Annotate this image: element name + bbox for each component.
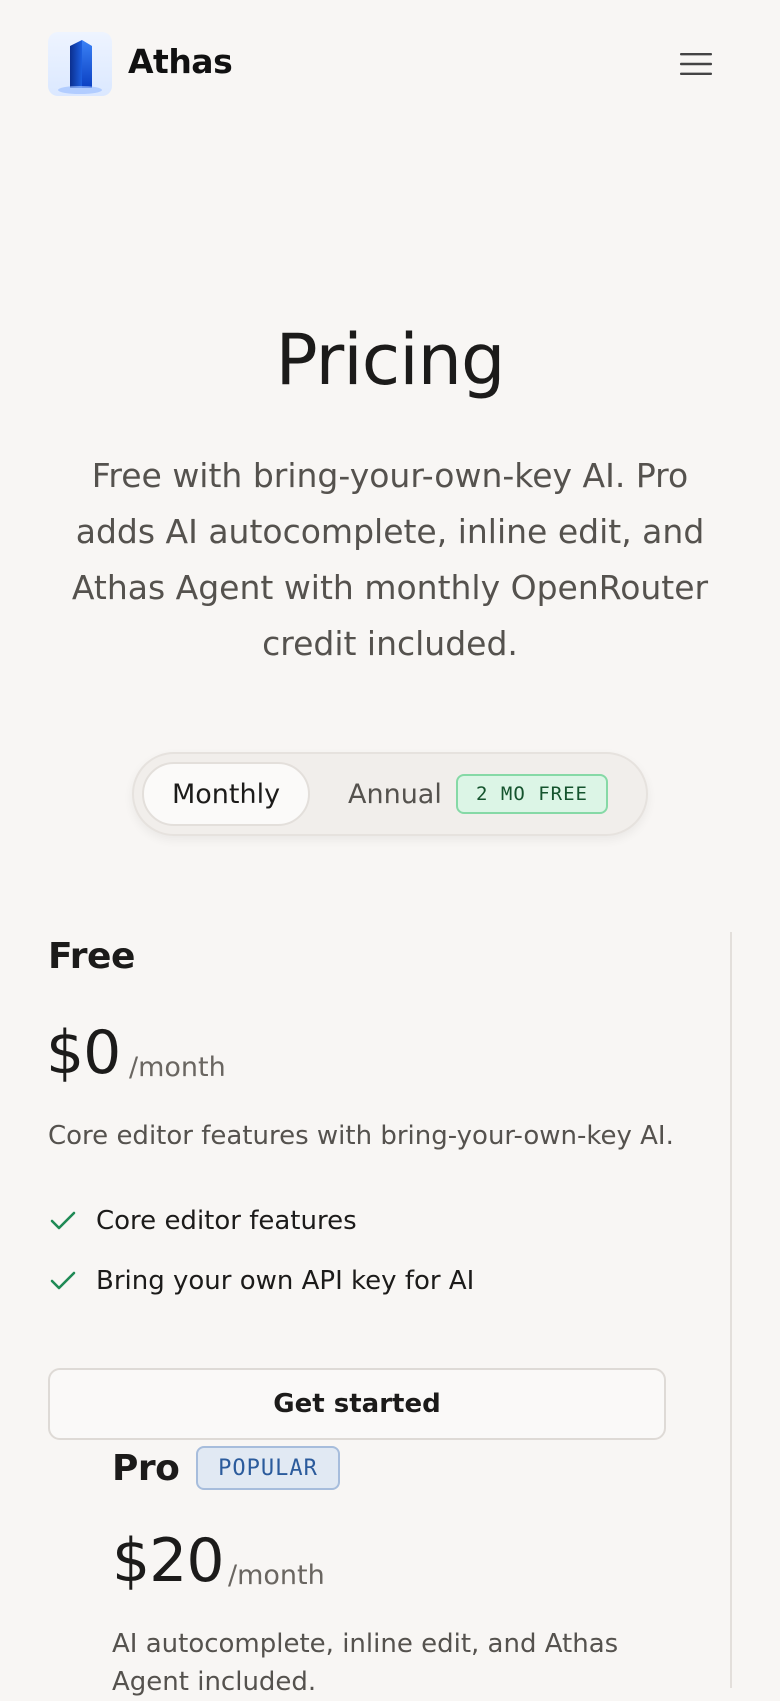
plan-price: $20 — [112, 1526, 225, 1596]
plan-period: /month — [228, 1560, 325, 1591]
feature-label: Bring your own API key for AI — [96, 1266, 475, 1296]
plan-price: $0 — [46, 1018, 121, 1088]
plan-name: Pro — [112, 1448, 180, 1489]
check-icon — [48, 1206, 78, 1236]
check-icon — [48, 1266, 78, 1296]
brand-name[interactable]: Athas — [128, 42, 233, 81]
plan-name: Free — [48, 936, 135, 977]
feature-label: Core editor features — [96, 1206, 357, 1236]
divider — [730, 932, 732, 1688]
feature-item: Bring your own API key for AI — [48, 1266, 474, 1296]
annual-promo-badge: 2 MO FREE — [456, 774, 608, 814]
hamburger-menu-icon — [680, 53, 712, 75]
feature-item: Core editor features — [48, 1206, 357, 1236]
get-started-button[interactable]: Get started — [48, 1368, 666, 1440]
plan-description: Core editor features with bring-your-own… — [48, 1121, 674, 1151]
site-header: Athas — [0, 0, 780, 130]
popular-badge: POPULAR — [196, 1446, 340, 1490]
toggle-annual[interactable]: Annual — [348, 762, 442, 826]
plan-period: /month — [129, 1052, 226, 1083]
toggle-monthly[interactable]: Monthly — [142, 762, 310, 826]
page-title: Pricing — [275, 319, 506, 401]
page-subtitle: Free with bring-your-own-key AI. Pro add… — [71, 456, 709, 663]
billing-period-toggle: Monthly Annual 2 MO FREE — [132, 752, 648, 836]
athas-logo-icon[interactable] — [48, 32, 112, 96]
menu-button[interactable] — [676, 44, 716, 84]
plan-description: AI autocomplete, inline edit, and Athas … — [112, 1629, 619, 1697]
